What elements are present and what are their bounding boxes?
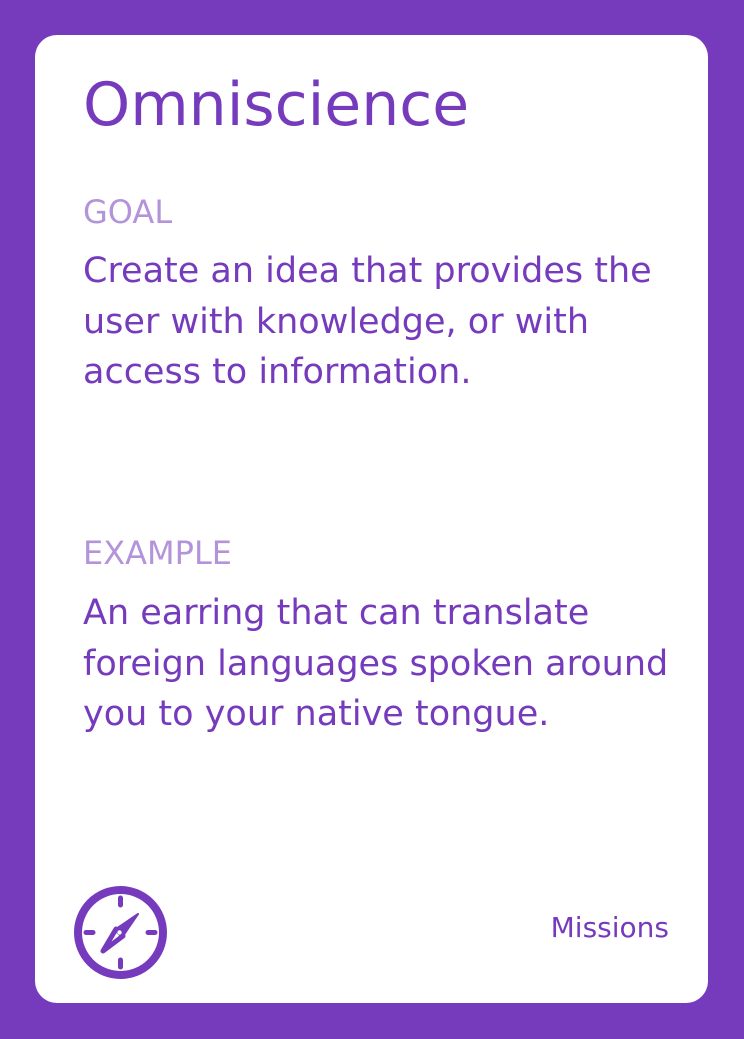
compass-icon — [74, 886, 167, 979]
goal-text: Create an idea that provides the user wi… — [83, 251, 652, 392]
example-text: An earring that can translate foreign la… — [83, 593, 669, 734]
mission-card: Omniscience GOAL Create an idea that pro… — [35, 35, 708, 1003]
deck-name: Missions — [550, 911, 669, 944]
example-label: EXAMPLE — [83, 534, 232, 572]
goal-label: GOAL — [83, 193, 173, 231]
card-title: Omniscience — [83, 70, 470, 140]
